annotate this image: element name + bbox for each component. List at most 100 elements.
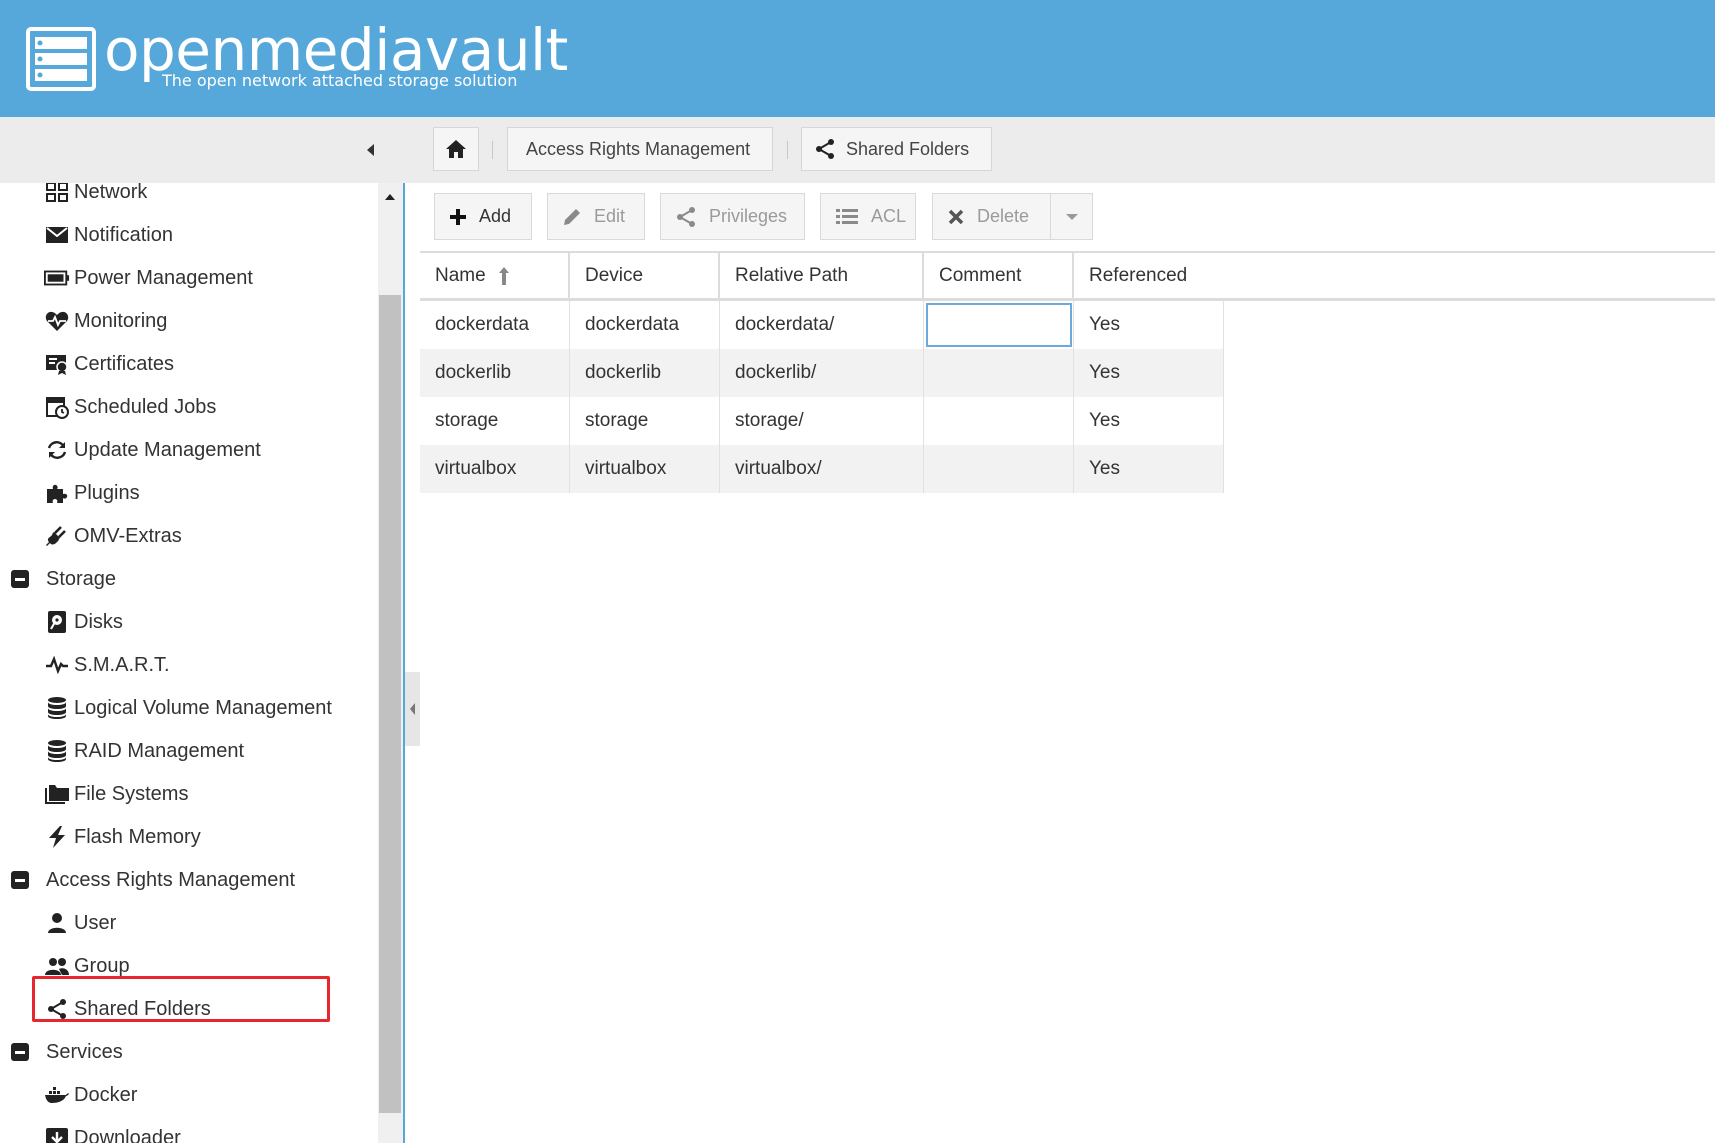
cell-relative-path[interactable]: storage/	[720, 397, 924, 445]
column-header-label: Relative Path	[735, 264, 849, 286]
sidebar-item-label: Certificates	[74, 352, 175, 375]
sidebar-item-lvm[interactable]: Logical Volume Management	[44, 693, 332, 723]
selection-highlight	[32, 976, 330, 1022]
cell-comment[interactable]	[924, 445, 1074, 493]
table-row[interactable]: dockerdata dockerdata dockerdata/ Yes	[420, 301, 1224, 349]
sidebar-item-monitoring[interactable]: Monitoring	[44, 306, 167, 336]
breadcrumb-home-button[interactable]	[433, 127, 479, 171]
harddisk-icon	[44, 610, 70, 634]
sidebar-item-power-management[interactable]: Power Management	[44, 263, 253, 293]
action-toolbar: Add Edit Privileges ACL Delete	[420, 183, 1715, 251]
download-box-icon	[44, 1126, 70, 1143]
cell-name[interactable]: dockerdata	[420, 301, 570, 349]
sidebar-group-services[interactable]: Services	[10, 1037, 123, 1067]
share-icon	[814, 138, 836, 160]
flash-icon	[44, 825, 70, 849]
breadcrumb-item-access-rights[interactable]: Access Rights Management	[507, 127, 773, 171]
puzzle-icon	[44, 481, 70, 505]
column-header-referenced[interactable]: Referenced	[1074, 253, 1715, 298]
delete-dropdown-toggle[interactable]	[1050, 194, 1092, 239]
edit-button-label: Edit	[594, 206, 626, 226]
sidebar-item-update-management[interactable]: Update Management	[44, 435, 261, 465]
collapse-sidebar-button[interactable]	[360, 139, 382, 161]
panel-splitter[interactable]	[405, 183, 420, 1143]
app-header: openmediavault The open network attached…	[0, 0, 1715, 117]
cell-device[interactable]: storage	[570, 397, 720, 445]
delete-button[interactable]: Delete	[932, 193, 1093, 240]
cell-comment[interactable]	[924, 301, 1074, 349]
logo-icon	[26, 27, 96, 91]
close-icon	[947, 208, 965, 226]
minus-square-icon[interactable]	[10, 868, 30, 892]
sidebar-item-disks[interactable]: Disks	[44, 607, 123, 637]
sidebar-item-notification[interactable]: Notification	[44, 220, 173, 250]
column-header-comment[interactable]: Comment	[924, 253, 1074, 298]
sidebar-item-user[interactable]: User	[44, 908, 116, 938]
acl-button[interactable]: ACL	[820, 193, 916, 240]
column-header-label: Device	[585, 264, 644, 286]
database-icon	[44, 696, 70, 720]
sidebar-item-label: Group	[74, 954, 130, 977]
cell-referenced[interactable]: Yes	[1074, 301, 1224, 349]
main-panel: Add Edit Privileges ACL Delete Name Devi…	[420, 183, 1715, 1143]
docker-icon	[44, 1083, 70, 1107]
sidebar-item-label: S.M.A.R.T.	[74, 653, 170, 676]
sidebar-item-label: Scheduled Jobs	[74, 395, 217, 418]
sidebar-item-omv-extras[interactable]: OMV-Extras	[44, 521, 182, 551]
sidebar-item-label: OMV-Extras	[74, 524, 182, 547]
cell-device[interactable]: dockerlib	[570, 349, 720, 397]
sidebar-group-storage[interactable]: Storage	[10, 564, 116, 594]
sidebar-group-access-rights[interactable]: Access Rights Management	[10, 865, 295, 895]
cell-referenced[interactable]: Yes	[1074, 397, 1224, 445]
sidebar-group-label: Services	[46, 1040, 123, 1063]
sidebar-item-flash-memory[interactable]: Flash Memory	[44, 822, 201, 852]
list-icon	[835, 208, 859, 226]
sidebar-item-downloader[interactable]: Downloader	[44, 1123, 181, 1143]
column-header-relative-path[interactable]: Relative Path	[720, 253, 924, 298]
sidebar-item-network[interactable]: Network	[44, 183, 147, 207]
cell-referenced[interactable]: Yes	[1074, 349, 1224, 397]
sidebar-item-file-systems[interactable]: File Systems	[44, 779, 188, 809]
cell-relative-path[interactable]: dockerlib/	[720, 349, 924, 397]
cell-name[interactable]: virtualbox	[420, 445, 570, 493]
sidebar-item-label: Network	[74, 183, 148, 203]
cell-relative-path[interactable]: virtualbox/	[720, 445, 924, 493]
scroll-up-arrow-icon[interactable]	[383, 191, 397, 203]
cell-name[interactable]: dockerlib	[420, 349, 570, 397]
breadcrumb-label: Access Rights Management	[526, 138, 751, 159]
sidebar-item-certificates[interactable]: Certificates	[44, 349, 174, 379]
minus-square-icon[interactable]	[10, 567, 30, 591]
cell-referenced[interactable]: Yes	[1074, 445, 1224, 493]
calendar-clock-icon	[44, 395, 70, 419]
sidebar-item-scheduled-jobs[interactable]: Scheduled Jobs	[44, 392, 216, 422]
cell-device[interactable]: dockerdata	[570, 301, 720, 349]
sidebar-scroll-thumb[interactable]	[379, 295, 401, 1113]
sidebar-item-docker[interactable]: Docker	[44, 1080, 137, 1110]
minus-square-icon[interactable]	[10, 1040, 30, 1064]
splitter-collapse-handle[interactable]	[405, 672, 420, 746]
breadcrumb-bar: Access Rights Management Shared Folders	[0, 117, 1715, 183]
sidebar-item-smart[interactable]: S.M.A.R.T.	[44, 650, 170, 680]
sidebar-item-plugins[interactable]: Plugins	[44, 478, 140, 508]
chevron-down-icon	[1065, 212, 1079, 222]
group-icon	[44, 954, 70, 978]
privileges-button[interactable]: Privileges	[660, 193, 805, 240]
add-button[interactable]: Add	[434, 193, 532, 240]
breadcrumb-item-shared-folders[interactable]: Shared Folders	[801, 127, 992, 171]
cell-comment[interactable]	[924, 397, 1074, 445]
column-header-device[interactable]: Device	[570, 253, 720, 298]
column-header-name[interactable]: Name	[420, 253, 570, 298]
column-header-label: Comment	[939, 264, 1022, 286]
cell-relative-path[interactable]: dockerdata/	[720, 301, 924, 349]
column-header-label: Name	[435, 264, 486, 286]
table-row[interactable]: dockerlib dockerlib dockerlib/ Yes	[420, 349, 1224, 397]
sidebar-item-label: Logical Volume Management	[74, 696, 332, 719]
cell-device[interactable]: virtualbox	[570, 445, 720, 493]
edit-button[interactable]: Edit	[547, 193, 645, 240]
network-icon	[44, 183, 70, 204]
cell-name[interactable]: storage	[420, 397, 570, 445]
table-row[interactable]: storage storage storage/ Yes	[420, 397, 1224, 445]
cell-comment[interactable]	[924, 349, 1074, 397]
sidebar-item-raid-management[interactable]: RAID Management	[44, 736, 244, 766]
table-row[interactable]: virtualbox virtualbox virtualbox/ Yes	[420, 445, 1224, 493]
